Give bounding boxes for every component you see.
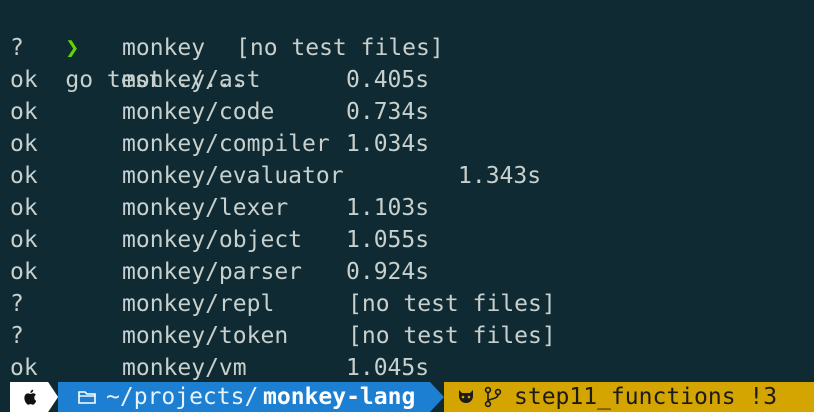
package-name: monkey [122, 35, 206, 61]
path-prefix: ~/projects/ [106, 384, 259, 410]
folder-icon [78, 391, 96, 404]
test-status: ok [10, 163, 38, 189]
test-status: ? [10, 323, 24, 349]
git-segment: step11_functions !3 [444, 382, 814, 412]
test-result: 0.734s [346, 99, 430, 125]
package-name: monkey/ast [122, 67, 261, 93]
package-name: monkey/lexer [122, 195, 289, 221]
path-segment: ~/projects/ monkey-lang [58, 382, 430, 412]
package-name: monkey/code [122, 99, 275, 125]
terminal-window[interactable]: ❯ go test ./... ? monkey [no test files] ok… [0, 0, 814, 412]
test-result: 0.405s [346, 67, 430, 93]
test-result: 1.343s [458, 163, 542, 189]
test-status: ? [10, 291, 24, 317]
test-status: ok [10, 67, 38, 93]
prompt-symbol: ❯ [65, 35, 80, 61]
package-name: monkey/token [122, 323, 289, 349]
segment-separator [430, 382, 444, 412]
package-name: monkey/parser [122, 259, 303, 285]
current-directory: monkey-lang [263, 384, 416, 410]
test-result: 1.103s [346, 195, 430, 221]
test-status: ok [10, 227, 38, 253]
github-octocat-icon [459, 390, 473, 403]
git-branch-name: step11_functions !3 [514, 384, 778, 410]
test-result: [no test files] [348, 323, 556, 349]
package-name: monkey/repl [122, 291, 275, 317]
prompt-statusbar: ~/projects/ monkey-lang step11_functions… [0, 382, 814, 412]
package-name: monkey/evaluator [122, 163, 344, 189]
test-status: ok [10, 99, 38, 125]
package-name: monkey/vm [122, 355, 247, 381]
git-branch-icon [484, 386, 502, 408]
package-name: monkey/compiler [122, 131, 330, 157]
prompt-line: ❯ go test ./... [10, 0, 245, 93]
test-result: 1.034s [346, 131, 430, 157]
test-result: [no test files] [348, 291, 556, 317]
os-segment [10, 382, 48, 412]
test-result: 1.045s [346, 355, 430, 381]
apple-icon [24, 389, 37, 405]
test-status: ok [10, 355, 38, 381]
test-result: [no test files] [236, 35, 444, 61]
package-name: monkey/object [122, 227, 303, 253]
test-status: ok [10, 259, 38, 285]
test-status: ? [10, 35, 24, 61]
test-status: ok [10, 131, 38, 157]
test-result: 0.924s [346, 259, 430, 285]
test-status: ok [10, 195, 38, 221]
test-result: 1.055s [346, 227, 430, 253]
